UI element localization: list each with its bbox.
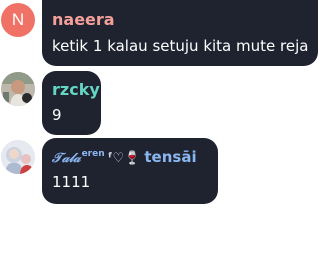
message-text: ketik 1 kalau setuju kita mute reja (52, 37, 309, 55)
sender-name-rest: tensāi (144, 148, 197, 166)
avatar[interactable] (1, 140, 35, 174)
chat-message: N naeera ketik 1 kalau setuju kita mute … (0, 0, 320, 68)
message-text: 9 (52, 106, 62, 124)
message-text: 1111 (52, 173, 91, 191)
message-bubble[interactable]: 𝒯𝒶𝓁𝒶eren ᶠ♡🍷 tensāi 1111 (42, 138, 218, 204)
avatar[interactable] (1, 72, 35, 106)
message-bubble[interactable]: naeera ketik 1 kalau setuju kita mute re… (42, 0, 318, 66)
sender-name-script: 𝒯𝒶𝓁𝒶 (52, 151, 81, 166)
chat-message: rzcky 9 (0, 71, 320, 135)
avatar-photo (1, 72, 35, 106)
avatar-initial: N (11, 10, 25, 29)
sender-name-superscript: eren (81, 149, 105, 159)
chat-message-list: N naeera ketik 1 kalau setuju kita mute … (0, 0, 320, 254)
sender-name[interactable]: 𝒯𝒶𝓁𝒶eren ᶠ♡🍷 tensāi (52, 147, 197, 166)
avatar[interactable]: N (1, 3, 35, 37)
wine-glass-icon: 🍷 (124, 151, 141, 166)
avatar-photo (1, 140, 35, 174)
sender-name-emoji: ᶠ♡🍷 (108, 151, 141, 166)
chat-message: 𝒯𝒶𝓁𝒶eren ᶠ♡🍷 tensāi 1111 (0, 138, 320, 204)
sender-name[interactable]: naeera (52, 10, 115, 29)
message-bubble[interactable]: rzcky 9 (42, 71, 101, 135)
lightning-heart-icon: ᶠ♡ (107, 151, 125, 166)
sender-name[interactable]: rzcky (52, 80, 100, 99)
